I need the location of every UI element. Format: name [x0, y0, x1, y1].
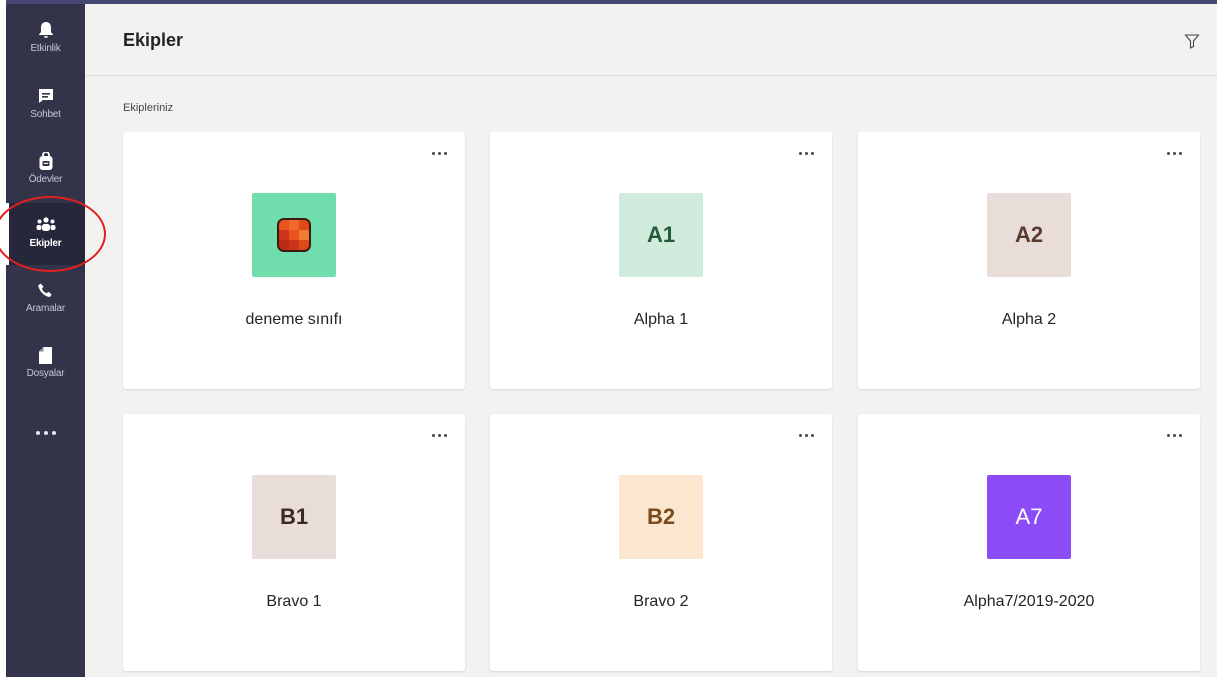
team-avatar: [252, 193, 336, 277]
team-card[interactable]: deneme sınıfı: [123, 132, 465, 389]
team-avatar: A2: [987, 193, 1071, 277]
rail-item-label: Etkinlik: [30, 43, 61, 54]
rail-item-label: Sohbet: [30, 109, 61, 120]
section-label: Ekipleriniz: [123, 102, 174, 114]
rail-item-label: Ekipler: [29, 238, 62, 249]
rail-item-label: Ödevler: [28, 174, 63, 185]
team-card[interactable]: A7 Alpha7/2019-2020: [858, 414, 1200, 671]
rail-item-files[interactable]: Dosyalar: [6, 333, 85, 395]
team-name: Alpha 2: [1001, 311, 1057, 328]
rail-item-calls[interactable]: Aramalar: [6, 268, 85, 330]
team-name: Bravo 1: [266, 593, 322, 610]
app-rail: Etkinlik Sohbet Ödevler Ekipler Aramalar…: [6, 4, 85, 677]
phone-icon: [36, 280, 56, 300]
team-card[interactable]: B1 Bravo 1: [123, 414, 465, 671]
rail-item-activity[interactable]: Etkinlik: [6, 8, 85, 70]
orange-square-logo-icon: [277, 218, 311, 252]
bell-icon: [36, 20, 56, 40]
more-options-button[interactable]: [1167, 434, 1182, 437]
rail-item-label: Aramalar: [26, 303, 65, 314]
assignments-icon: [36, 151, 56, 171]
team-avatar: B2: [619, 475, 703, 559]
teams-icon: [36, 215, 56, 235]
more-options-button[interactable]: [799, 152, 814, 155]
filter-button[interactable]: [1181, 30, 1203, 52]
more-options-button[interactable]: [432, 434, 447, 437]
more-horizontal-icon: [35, 431, 40, 435]
team-card[interactable]: A1 Alpha 1: [490, 132, 832, 389]
file-icon: [36, 345, 56, 365]
page-header: Ekipler: [85, 4, 1217, 76]
rail-item-assignments[interactable]: Ödevler: [6, 139, 85, 201]
team-name: Alpha 1: [633, 311, 689, 328]
team-name: Bravo 2: [633, 593, 689, 610]
team-name: Alpha7/2019-2020: [963, 593, 1095, 610]
more-options-button[interactable]: [799, 434, 814, 437]
rail-item-teams[interactable]: Ekipler: [6, 203, 85, 265]
team-avatar: A7: [987, 475, 1071, 559]
team-card[interactable]: A2 Alpha 2: [858, 132, 1200, 389]
team-avatar: A1: [619, 193, 703, 277]
page-title: Ekipler: [123, 30, 184, 50]
filter-icon: [1184, 34, 1200, 49]
main-content: Ekipler Ekipleriniz deneme sınıfı A1 Alp…: [85, 4, 1217, 677]
team-card[interactable]: B2 Bravo 2: [490, 414, 832, 671]
more-options-button[interactable]: [1167, 152, 1182, 155]
more-options-button[interactable]: [432, 152, 447, 155]
more-apps-button[interactable]: [6, 418, 85, 448]
team-avatar: B1: [252, 475, 336, 559]
rail-item-label: Dosyalar: [26, 368, 65, 379]
team-name: deneme sınıfı: [245, 311, 343, 328]
rail-item-chat[interactable]: Sohbet: [6, 74, 85, 136]
chat-icon: [36, 86, 56, 106]
